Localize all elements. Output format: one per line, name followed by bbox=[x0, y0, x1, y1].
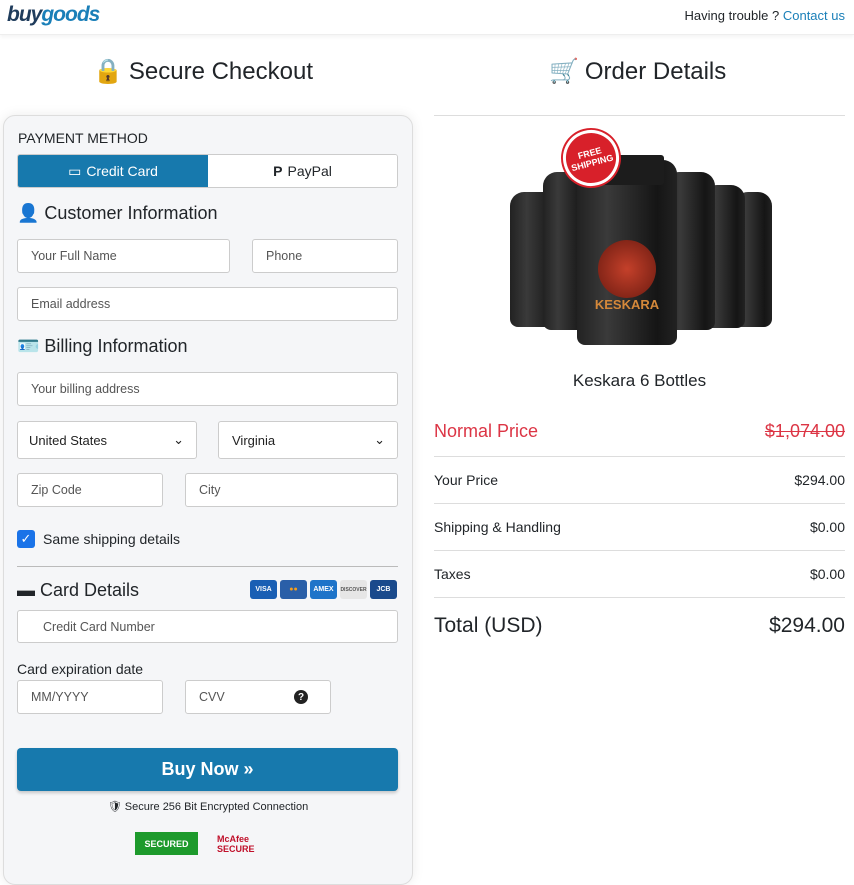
same-shipping-checkbox[interactable]: ✓ Same shipping details bbox=[17, 530, 180, 548]
amex-icon: AMEX bbox=[310, 580, 337, 599]
question-icon[interactable]: ? bbox=[294, 690, 308, 704]
card-logos: VISA ●● AMEX DISCOVER JCB bbox=[250, 580, 397, 599]
visa-icon: VISA bbox=[250, 580, 277, 599]
divider bbox=[434, 597, 845, 598]
shield-icon: 🛡 bbox=[107, 801, 122, 813]
paypal-icon: P bbox=[273, 163, 283, 179]
contact-link[interactable]: Contact us bbox=[783, 8, 845, 23]
mastercard-icon: ●● bbox=[280, 580, 307, 599]
credit-card-icon: ▬ bbox=[17, 580, 35, 600]
divider bbox=[434, 550, 845, 551]
jcb-icon: JCB bbox=[370, 580, 397, 599]
payment-method-label: PAYMENT METHOD bbox=[18, 130, 148, 146]
product-brand: KESKARA bbox=[594, 297, 660, 312]
country-select[interactable]: United States ⌄ bbox=[17, 421, 197, 459]
tab-paypal[interactable]: P PayPal bbox=[208, 155, 397, 187]
user-icon: 👤 bbox=[17, 203, 40, 223]
total-row: Total (USD) $294.00 bbox=[434, 614, 845, 637]
trust-guard-badge: SECURED bbox=[135, 832, 198, 855]
your-price-row: Your Price $294.00 bbox=[434, 472, 845, 488]
order-title: 🛒 Order Details bbox=[549, 57, 727, 86]
checkout-title: 🔒 Secure Checkout bbox=[93, 57, 313, 86]
product-name: Keskara 6 Bottles bbox=[572, 371, 707, 390]
billing-address-input[interactable]: Your billing address bbox=[17, 372, 398, 406]
checkout-form: PAYMENT METHOD ▭ Credit Card P PayPal 👤 Cus… bbox=[3, 115, 413, 885]
taxes-row: Taxes $0.00 bbox=[434, 566, 845, 582]
shipping-row: Shipping & Handling $0.00 bbox=[434, 519, 845, 535]
top-header: buygoods Having trouble ? Contact us bbox=[0, 0, 854, 35]
id-card-icon: 🪪 bbox=[17, 336, 40, 356]
tab-credit-card[interactable]: ▭ Credit Card bbox=[18, 155, 208, 187]
chevron-down-icon: ⌄ bbox=[374, 432, 385, 447]
credit-card-icon: ▭ bbox=[68, 162, 82, 179]
full-name-input[interactable]: Your Full Name bbox=[17, 239, 230, 273]
expiration-input[interactable]: MM/YYYY bbox=[17, 680, 163, 714]
divider bbox=[434, 115, 845, 116]
help-text: Having trouble ? Contact us bbox=[684, 8, 845, 23]
divider bbox=[17, 566, 398, 567]
customer-info-heading: 👤 Customer Information bbox=[17, 203, 218, 223]
user-lock-icon: 🔒 bbox=[93, 58, 123, 85]
email-input[interactable]: Email address bbox=[17, 287, 398, 321]
buy-now-button[interactable]: Buy Now » bbox=[17, 748, 398, 791]
divider bbox=[434, 456, 845, 457]
card-details-heading: ▬ Card Details bbox=[17, 580, 140, 600]
state-select[interactable]: Virginia ⌄ bbox=[218, 421, 398, 459]
cart-icon: 🛒 bbox=[549, 58, 579, 85]
normal-price-row: Normal Price $1,074.00 bbox=[434, 421, 845, 441]
payment-tabs: ▭ Credit Card P PayPal bbox=[17, 154, 398, 188]
zip-input[interactable]: Zip Code bbox=[17, 473, 163, 507]
checkmark-icon: ✓ bbox=[17, 530, 35, 548]
divider bbox=[434, 503, 845, 504]
city-input[interactable]: City bbox=[185, 473, 398, 507]
discover-icon: DISCOVER bbox=[340, 580, 367, 599]
buygoods-logo[interactable]: buygoods bbox=[7, 3, 100, 27]
phone-input[interactable]: Phone bbox=[252, 239, 398, 273]
chevron-down-icon: ⌄ bbox=[173, 432, 184, 447]
mcafee-badge: McAfee SECURE bbox=[217, 833, 255, 854]
expiration-label: Card expiration date bbox=[17, 661, 144, 677]
cvv-input[interactable]: CVV? bbox=[185, 680, 331, 714]
card-number-input[interactable]: Credit Card Number bbox=[17, 610, 398, 643]
secure-connection-text: 🛡 Secure 256 Bit Encrypted Connection bbox=[107, 801, 309, 813]
billing-info-heading: 🪪 Billing Information bbox=[17, 336, 188, 356]
